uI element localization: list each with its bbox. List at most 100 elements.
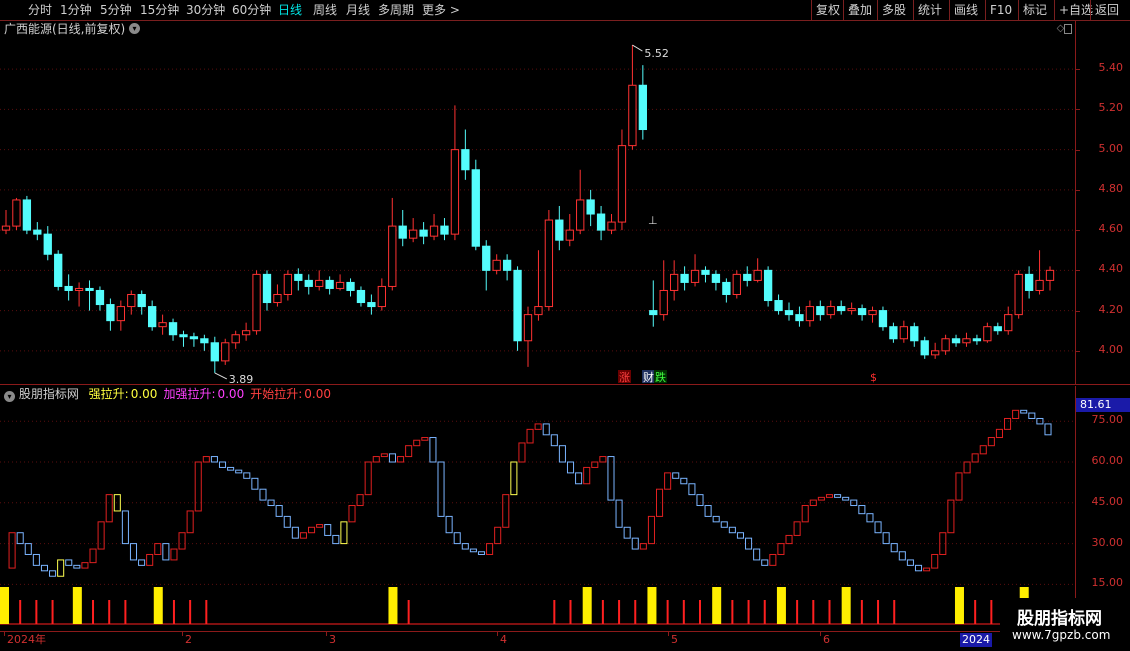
- indicator-bar: [113, 494, 121, 512]
- indicator-bar: [194, 461, 202, 512]
- candle: [54, 253, 63, 287]
- toolbar-button-1[interactable]: 叠加: [848, 1, 872, 19]
- indicator-bar: [40, 564, 49, 572]
- candle: [367, 302, 376, 308]
- indicator-bar: [81, 562, 89, 569]
- candle: [701, 269, 710, 275]
- indicator-bar: [947, 499, 955, 534]
- indicator-bar: [793, 521, 801, 536]
- indicator-bar: [566, 461, 575, 474]
- indicator-tick-label: 30.00: [1091, 535, 1124, 549]
- toolbar-button-7[interactable]: +自选: [1059, 1, 1093, 19]
- toolbar-button-5[interactable]: F10: [990, 1, 1012, 19]
- candle: [523, 314, 533, 342]
- indicator-bar: [477, 551, 486, 555]
- candle: [294, 273, 303, 281]
- candle: [722, 281, 731, 295]
- toolbar-button-0[interactable]: 复权: [816, 1, 840, 19]
- candle: [649, 310, 658, 316]
- indicator-bar: [397, 456, 405, 463]
- indicator-bar: [874, 521, 882, 534]
- indicator-current-value: 81.61: [1076, 398, 1130, 412]
- indicator-bar: [906, 559, 914, 566]
- candle: [440, 225, 449, 235]
- price-tick-label: 4.60: [1098, 222, 1124, 236]
- toolbar-tab-2[interactable]: 5分钟: [100, 1, 132, 19]
- signal-bar-strong: [153, 587, 163, 624]
- toolbar-button-3[interactable]: 统计: [918, 1, 942, 19]
- low-label: 3.89: [229, 373, 254, 384]
- event-marker[interactable]: 跌: [655, 370, 666, 384]
- indicator-bar: [210, 456, 218, 463]
- candle: [1004, 314, 1013, 332]
- candle: [732, 273, 741, 295]
- toolbar-tab-8[interactable]: 月线: [346, 1, 370, 19]
- toolbar-tab-5[interactable]: 60分钟: [232, 1, 271, 19]
- price-tick-label: 4.00: [1098, 342, 1124, 356]
- event-marker[interactable]: $: [870, 371, 877, 384]
- candle: [262, 273, 272, 304]
- indicator-bar: [146, 553, 154, 566]
- indicator-bar: [850, 499, 858, 507]
- indicator-bar: [97, 521, 105, 550]
- toolbar-tab-0[interactable]: 分时: [28, 1, 52, 19]
- candle: [753, 269, 762, 281]
- price-tick-label: 4.20: [1098, 302, 1124, 316]
- indicator-bar: [656, 488, 664, 517]
- indicator-bar: [243, 472, 251, 479]
- indicator-bar: [421, 437, 429, 441]
- indicator-bar: [599, 456, 607, 463]
- indicator-bar: [154, 543, 162, 555]
- price-tick: [1076, 230, 1080, 232]
- toolbar-tab-7[interactable]: 周线: [313, 1, 337, 19]
- toolbar-separator: [1018, 0, 1019, 20]
- candle: [910, 326, 919, 342]
- toolbar-tab-1[interactable]: 1分钟: [60, 1, 92, 19]
- toolbar-separator: [913, 0, 914, 20]
- indicator-bar: [235, 469, 243, 474]
- toolbar-button-6[interactable]: 标记: [1023, 1, 1047, 19]
- toolbar-tab-3[interactable]: 15分钟: [140, 1, 179, 19]
- indicator-bar: [696, 494, 704, 507]
- indicator-bar: [890, 543, 898, 553]
- indicator-bar: [73, 564, 81, 569]
- candle: [398, 225, 407, 239]
- toolbar-tab-4[interactable]: 30分钟: [186, 1, 225, 19]
- date-label: 6: [823, 633, 830, 646]
- candle: [596, 213, 606, 231]
- indicator-bar: [388, 453, 397, 463]
- toolbar-tab-6[interactable]: 日线: [278, 1, 302, 19]
- price-tick: [1076, 69, 1080, 71]
- toolbar-separator: [877, 0, 878, 20]
- toolbar-button-2[interactable]: 多股: [882, 1, 906, 19]
- toolbar-separator: [985, 0, 986, 20]
- indicator-bar: [785, 534, 793, 545]
- event-marker[interactable]: 涨: [619, 371, 630, 384]
- indicator-bar: [1004, 417, 1012, 430]
- toolbar-tab-10[interactable]: 更多 >: [422, 1, 460, 19]
- indicator-bar: [607, 456, 615, 501]
- candle: [127, 293, 136, 308]
- indicator-bar: [8, 532, 16, 569]
- candle: [899, 326, 908, 340]
- candle: [95, 289, 105, 306]
- candle: [409, 229, 418, 239]
- candle: [931, 350, 940, 356]
- panel-divider[interactable]: [0, 384, 1130, 385]
- event-marker[interactable]: 财: [643, 370, 654, 384]
- toolbar-button-8[interactable]: 返回: [1095, 1, 1119, 19]
- candle: [492, 259, 501, 271]
- indicator-bar: [275, 505, 283, 517]
- indicator-bar: [672, 472, 680, 479]
- candle: [221, 342, 230, 362]
- toolbar-button-4[interactable]: 画线: [954, 1, 978, 19]
- indicator-bar: [817, 496, 825, 501]
- toolbar-tab-9[interactable]: 多周期: [378, 1, 414, 19]
- indicator-bar: [777, 543, 785, 555]
- candle: [784, 310, 794, 316]
- indicator-bar: [502, 494, 510, 528]
- candle: [158, 322, 167, 328]
- candle: [168, 322, 178, 336]
- indicator-bar: [931, 553, 939, 569]
- indicator-bar: [227, 466, 235, 471]
